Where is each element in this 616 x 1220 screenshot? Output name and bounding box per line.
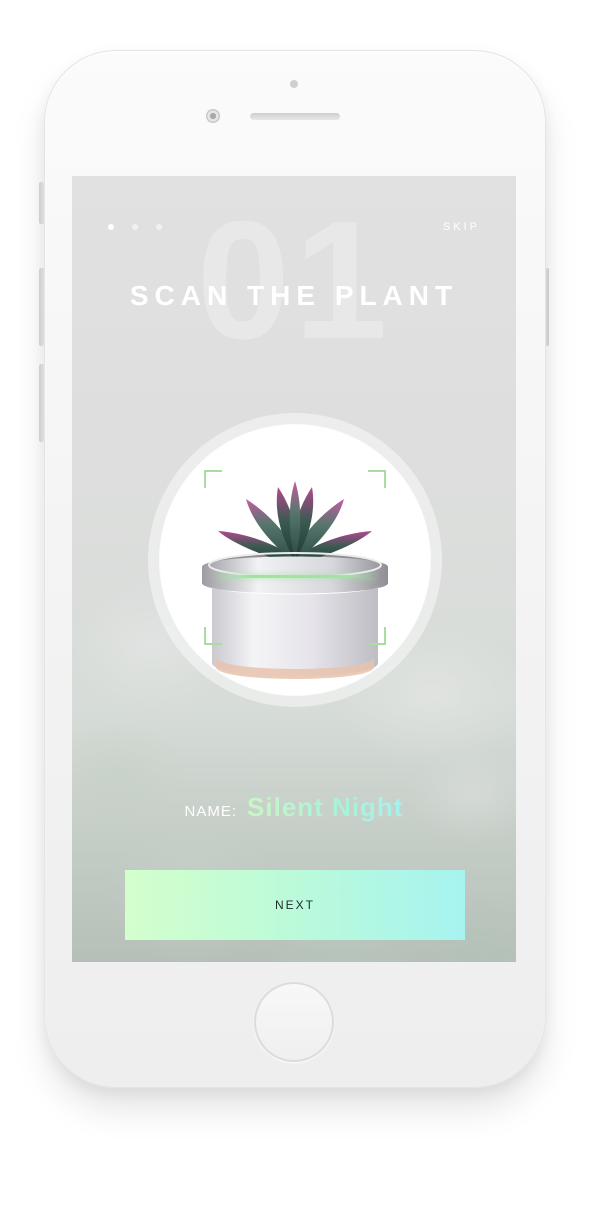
plant-name-row: NAME: Silent Night (72, 792, 516, 823)
page-dot-1[interactable] (108, 224, 114, 230)
page-dot-3[interactable] (156, 224, 162, 230)
page-dot-2[interactable] (132, 224, 138, 230)
earpiece-speaker (250, 113, 340, 120)
page-indicator (108, 224, 162, 230)
next-button[interactable]: NEXT (125, 870, 465, 940)
scan-line (215, 575, 375, 578)
home-button[interactable] (254, 982, 334, 1062)
front-camera-icon (206, 109, 220, 123)
scan-viewfinder (160, 425, 430, 695)
proximity-sensor (290, 80, 298, 88)
name-label: NAME: (184, 803, 238, 820)
plant-name: Silent Night (247, 792, 404, 822)
scan-corner-bottom-right (368, 627, 386, 645)
page-title: SCAN THE PLANT (129, 280, 459, 311)
succulent-pot-image (202, 481, 388, 679)
app-screen: 01 SKIP SCAN THE PLANT NAME: Silent Nigh… (72, 176, 516, 962)
scan-corner-top-right (368, 470, 386, 488)
scan-corner-bottom-left (204, 627, 222, 645)
skip-button[interactable]: SKIP (443, 221, 480, 233)
scan-corner-top-left (204, 470, 222, 488)
